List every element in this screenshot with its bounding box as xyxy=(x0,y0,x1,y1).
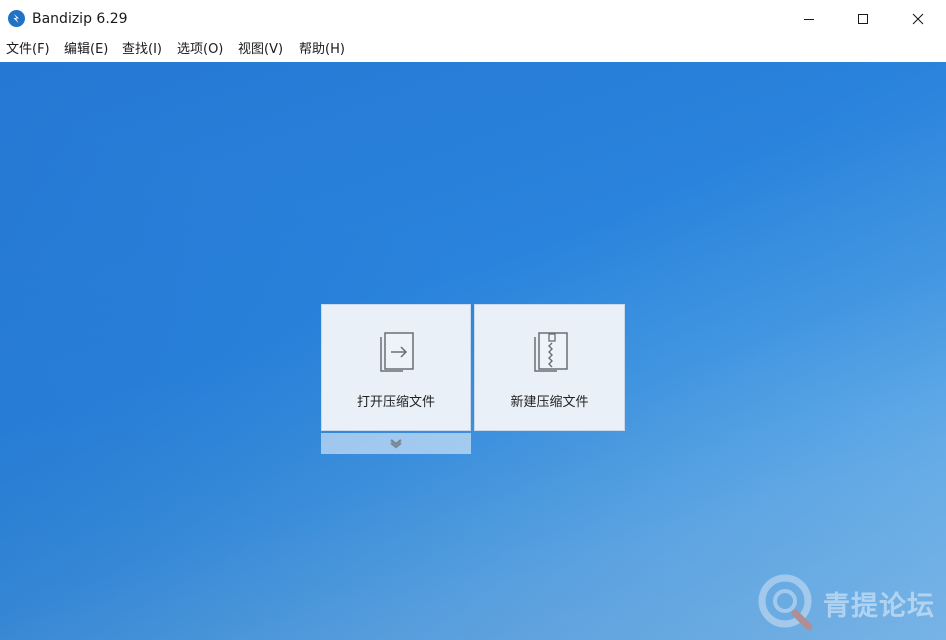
close-icon xyxy=(912,13,924,25)
main-area: 打开压缩文件 新建压缩文件 xyxy=(0,62,946,640)
open-archive-label: 打开压缩文件 xyxy=(356,395,435,410)
watermark-text: 青提论坛 xyxy=(823,591,935,622)
menu-edit[interactable]: 编辑(E) xyxy=(64,41,108,59)
new-archive-icon xyxy=(531,331,571,379)
watermark-logo-icon xyxy=(755,571,817,633)
maximize-button[interactable] xyxy=(840,0,886,38)
menu-help[interactable]: 帮助(H) xyxy=(299,41,345,59)
open-archive-button[interactable]: 打开压缩文件 xyxy=(321,304,471,431)
expand-options-button[interactable] xyxy=(321,433,471,454)
minimize-icon xyxy=(804,19,814,20)
open-archive-icon xyxy=(377,331,417,379)
new-archive-label: 新建压缩文件 xyxy=(510,395,589,410)
menu-bar: 文件(F) 编辑(E) 查找(I) 选项(O) 视图(V) 帮助(H) xyxy=(0,38,946,62)
bandizip-logo-icon xyxy=(8,10,25,27)
menu-view[interactable]: 视图(V) xyxy=(238,41,283,59)
menu-find[interactable]: 查找(I) xyxy=(122,41,162,59)
chevron-down-icon xyxy=(390,439,402,449)
title-bar[interactable]: Bandizip 6.29 xyxy=(0,0,946,38)
close-button[interactable] xyxy=(895,0,941,38)
minimize-button[interactable] xyxy=(786,0,832,38)
menu-options[interactable]: 选项(O) xyxy=(177,41,223,59)
new-archive-button[interactable]: 新建压缩文件 xyxy=(474,304,625,431)
maximize-icon xyxy=(858,14,868,24)
background-shade xyxy=(0,62,946,640)
app-window: Bandizip 6.29 文件(F) 编辑(E) 查找(I) 选项(O) 视图… xyxy=(0,0,946,640)
menu-file[interactable]: 文件(F) xyxy=(6,41,50,59)
window-title: Bandizip 6.29 xyxy=(32,11,128,27)
